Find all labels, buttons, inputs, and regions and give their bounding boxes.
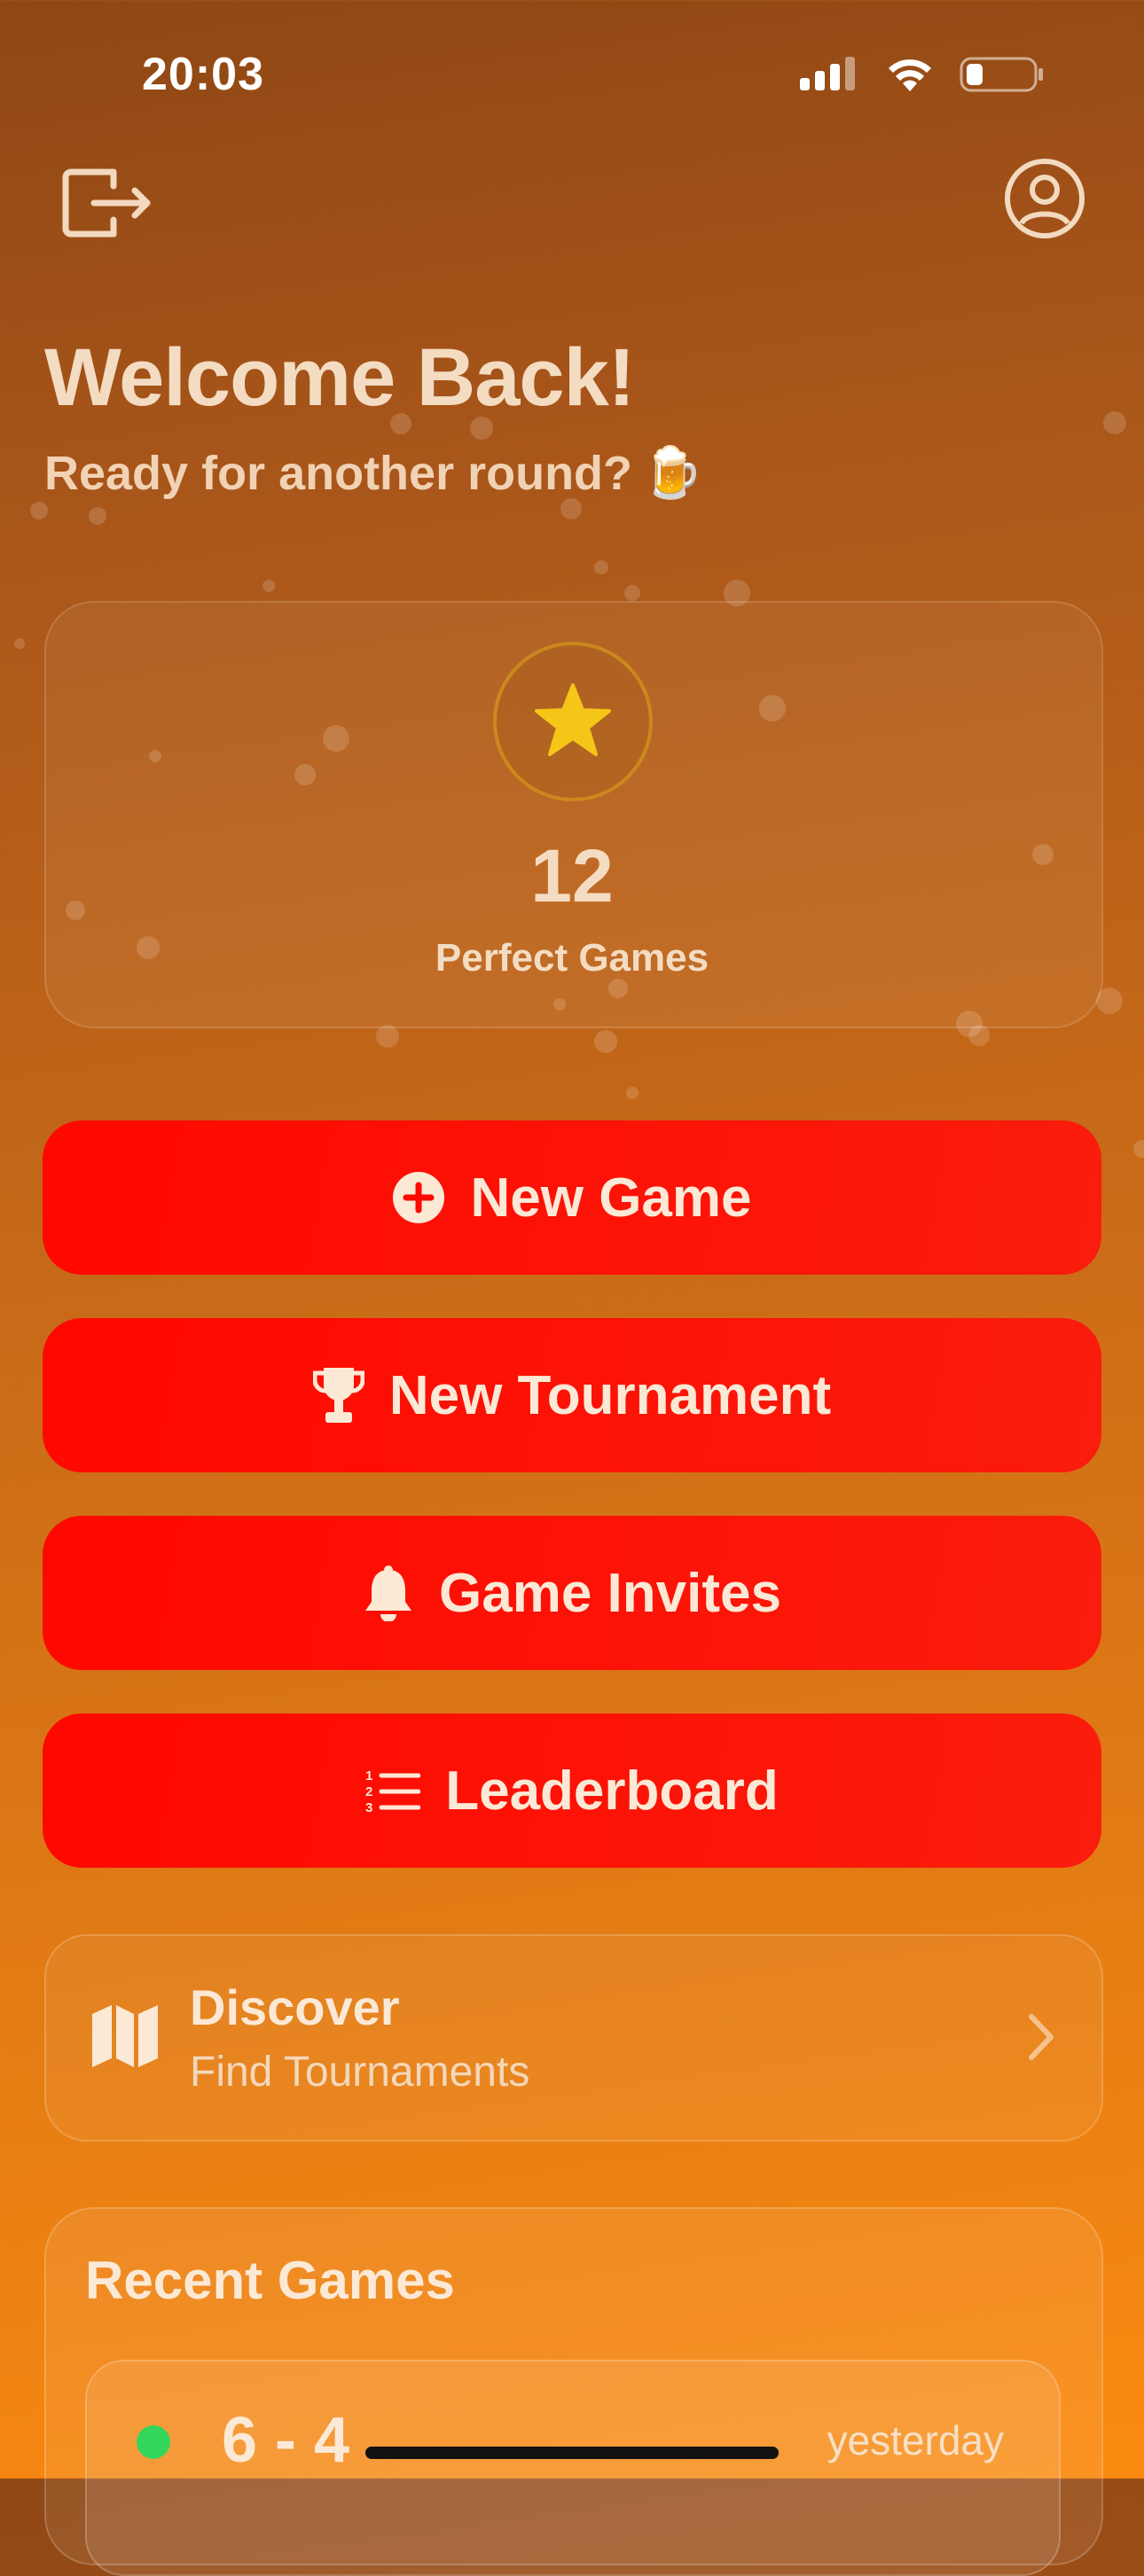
- perfect-games-count: 12: [530, 834, 614, 917]
- svg-text:3: 3: [365, 1800, 372, 1814]
- chevron-right-icon: [1027, 2012, 1055, 2066]
- user-circle-icon: [1004, 158, 1085, 244]
- new-tournament-button[interactable]: New Tournament: [43, 1318, 1101, 1472]
- star-icon: [533, 682, 613, 762]
- game-invites-label: Game Invites: [439, 1562, 781, 1624]
- map-icon: [90, 2003, 160, 2073]
- discover-title: Discover: [190, 1979, 400, 2035]
- bell-icon: [363, 1565, 414, 1621]
- battery-icon: [960, 55, 1045, 98]
- discover-card[interactable]: [44, 1934, 1103, 2142]
- leaderboard-button[interactable]: 123 Leaderboard: [43, 1713, 1101, 1868]
- trophy-icon: [312, 1366, 364, 1425]
- status-icons: [798, 55, 1045, 98]
- svg-text:1: 1: [365, 1768, 372, 1784]
- game-status-dot: [137, 2425, 170, 2459]
- game-invites-button[interactable]: Game Invites: [43, 1516, 1101, 1670]
- subtitle-text: Ready for another round?: [44, 447, 633, 500]
- page-subtitle: Ready for another round? 🍺: [44, 443, 703, 502]
- plus-circle-icon: [392, 1171, 445, 1224]
- profile-button[interactable]: [1004, 158, 1085, 244]
- page-title: Welcome Back!: [44, 332, 635, 423]
- logout-icon: [59, 154, 156, 256]
- leaderboard-label: Leaderboard: [445, 1760, 779, 1822]
- wifi-icon: [885, 56, 935, 98]
- svg-text:2: 2: [365, 1784, 372, 1799]
- new-tournament-label: New Tournament: [388, 1364, 832, 1426]
- beer-mug-emoji: 🍺: [641, 444, 703, 500]
- recent-games-title: Recent Games: [85, 2251, 455, 2310]
- home-indicator[interactable]: [365, 2447, 779, 2459]
- game-score: 6 - 4: [222, 2405, 350, 2476]
- new-game-button[interactable]: New Game: [43, 1120, 1101, 1275]
- numbered-list-icon: 123: [365, 1768, 421, 1814]
- new-game-label: New Game: [470, 1167, 752, 1229]
- logout-button[interactable]: [59, 156, 156, 254]
- discover-subtitle: Find Tournaments: [190, 2049, 530, 2096]
- status-time: 20:03: [142, 49, 264, 100]
- cellular-signal-icon: [798, 55, 860, 98]
- perfect-games-label: Perfect Games: [435, 936, 709, 980]
- game-date: yesterday: [827, 2417, 1004, 2463]
- star-badge: [493, 642, 653, 801]
